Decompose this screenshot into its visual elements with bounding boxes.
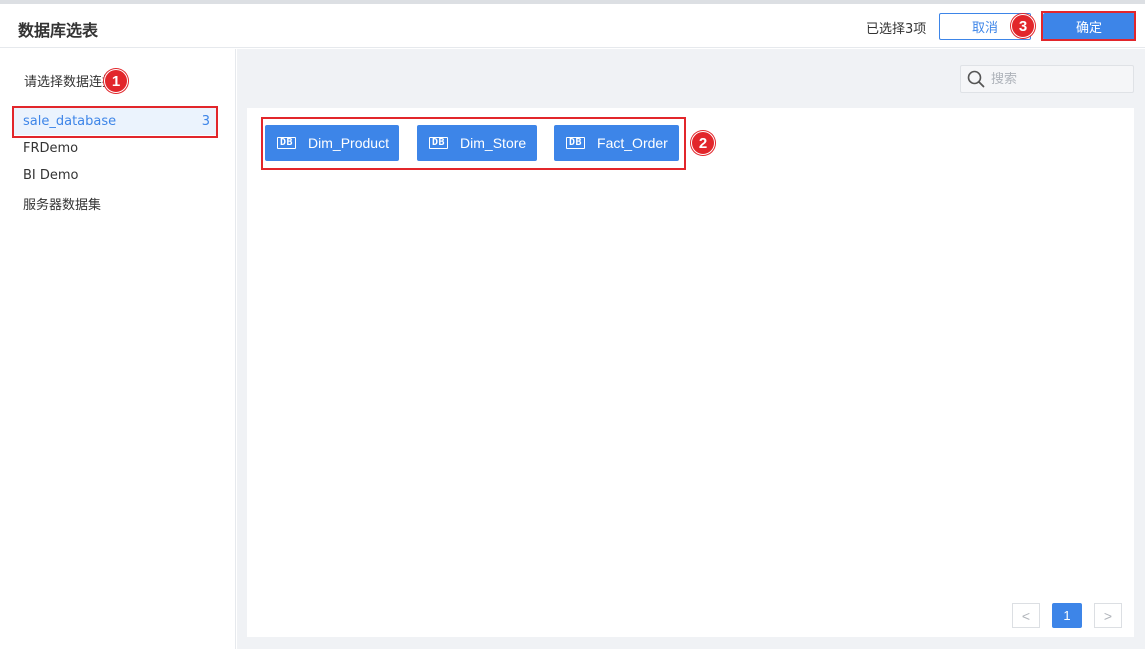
dialog-header: 数据库选表 已选择3项 取消 确定 [0,4,1145,48]
sidebar-item-label: 服务器数据集 [23,198,102,213]
sidebar-item-label: BI Demo [23,168,79,183]
sidebar-item-label: FRDemo [23,141,79,156]
pagination-prev-button[interactable]: < [1012,603,1040,628]
search-icon [967,70,985,88]
annotation-marker-2: 2 [691,131,715,155]
sidebar-item-server-dataset[interactable]: 服务器数据集 [14,190,217,217]
highlight-box-tables [261,117,686,170]
sidebar-title: 请选择数据连接 [24,75,106,90]
dialog-title: 数据库选表 [18,21,99,40]
search-box[interactable] [960,65,1134,93]
annotation-marker-3: 3 [1011,14,1035,38]
highlight-box-connection [12,106,218,138]
chevron-right-icon: > [1103,607,1113,624]
pagination-page-current[interactable]: 1 [1052,603,1082,628]
sidebar-item-bi-demo[interactable]: BI Demo [14,162,217,189]
annotation-marker-1: 1 [104,69,128,93]
table-list-panel [247,108,1134,637]
sidebar-item-frdemo[interactable]: FRDemo [14,135,217,162]
pagination-next-button[interactable]: > [1094,603,1122,628]
selected-count-text: 已选择3项 [866,22,927,37]
search-input[interactable] [991,71,1131,87]
chevron-left-icon: < [1021,607,1031,624]
highlight-box-confirm [1041,11,1136,41]
